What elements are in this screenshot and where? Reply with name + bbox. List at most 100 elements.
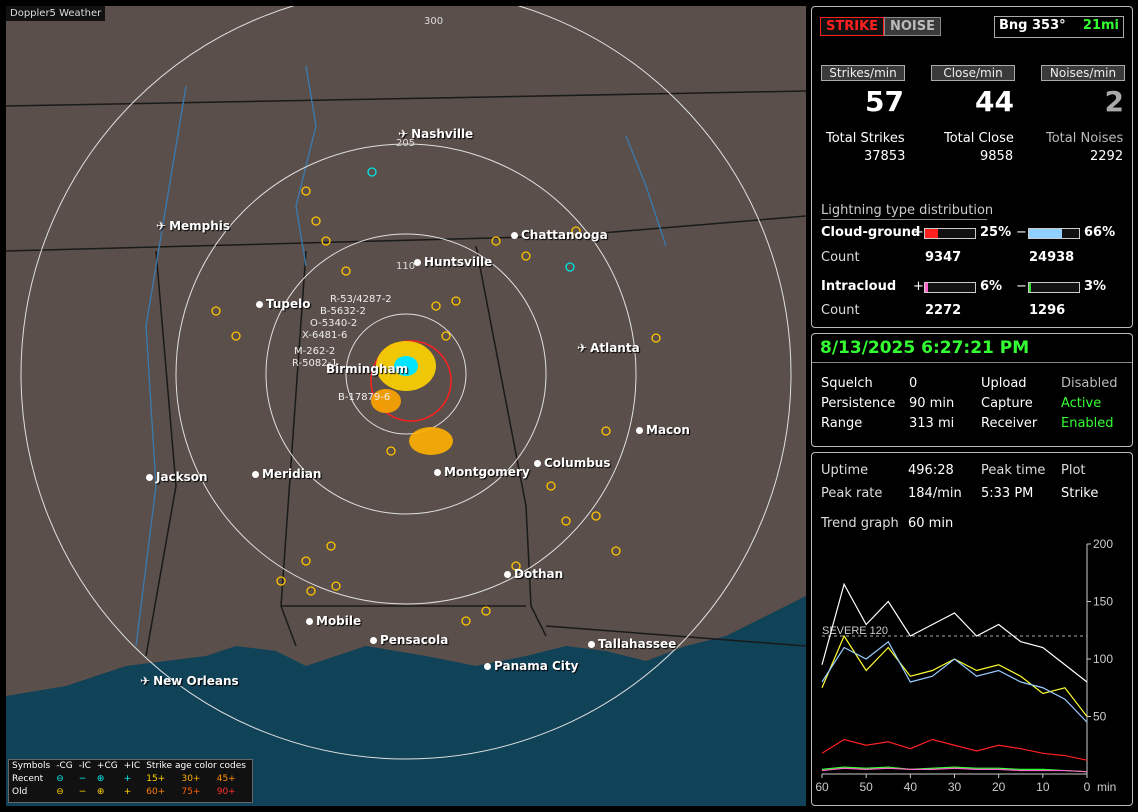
city-dot-icon <box>434 469 441 476</box>
trend-series-line <box>821 767 1088 773</box>
pos-ic-icon: + <box>123 774 132 784</box>
city-memphis: ✈ Memphis <box>156 219 231 233</box>
neg-ic-icon: − <box>78 774 87 784</box>
distribution-title: Lightning type distribution <box>821 203 994 218</box>
city-dot-icon <box>256 301 263 308</box>
capture-label: Capture <box>981 396 1033 411</box>
ring-label-300: 300 <box>424 16 444 27</box>
storm-label[interactable]: B-17879-6 <box>338 392 392 404</box>
squelch-label: Squelch <box>821 376 873 391</box>
storm-label[interactable]: B-5632-2 <box>320 306 392 318</box>
strike-stats-panel: STRIKE NOISE Bng 353° 21mi Strikes/min C… <box>811 6 1133 328</box>
city-dot-icon <box>414 259 421 266</box>
city-dot-icon <box>534 460 541 467</box>
peak-rate-value: 184/min <box>908 486 962 501</box>
distribution-divider <box>821 219 987 220</box>
age-code: 45+ <box>216 774 236 784</box>
legend-header: Strike age color codes <box>146 761 246 771</box>
city-dothan: Dothan <box>504 567 563 581</box>
city-tallahassee: Tallahassee <box>588 637 676 651</box>
datetime-display: 8/13/2025 6:27:21 PM <box>820 338 1030 358</box>
pos-ic-icon: + <box>123 787 132 797</box>
persistence-label: Persistence <box>821 396 896 411</box>
x-tick-label: 50 <box>859 780 873 794</box>
y-tick-label: 150 <box>1093 595 1113 609</box>
noise-mode-button[interactable]: NOISE <box>884 17 942 36</box>
settings-panel: 8/13/2025 6:27:21 PM Squelch 0 Upload Di… <box>811 333 1133 447</box>
cg-positive-pct: 25% <box>980 225 1012 240</box>
strike-mode-button[interactable]: STRIKE <box>820 17 885 36</box>
legend-header: -IC <box>78 761 91 771</box>
minus-sign: − <box>1016 225 1027 240</box>
peak-rate-label: Peak rate <box>821 486 883 501</box>
city-huntsville: Huntsville <box>414 255 492 269</box>
storm-label[interactable]: M-262-2 <box>294 346 392 358</box>
age-code: 90+ <box>216 787 236 797</box>
bearing-display: Bng 353° 21mi <box>994 16 1124 38</box>
lightning-map[interactable]: Doppler5 Weather 300 205 110 ✈ Nashville … <box>6 6 806 806</box>
age-code: 60+ <box>146 787 166 797</box>
persistence-value[interactable]: 90 min <box>909 396 954 411</box>
city-dot-icon <box>370 637 377 644</box>
map-base <box>6 6 806 806</box>
bearing-value: Bng 353° <box>999 18 1066 33</box>
symbol-legend: Symbols -CG -IC +CG +IC Strike age color… <box>8 759 253 803</box>
storm-label[interactable]: R-5082-1 <box>292 358 392 370</box>
city-dot-icon <box>146 474 153 481</box>
cg-positive-bar <box>924 228 976 239</box>
city-panama-city: Panama City <box>484 659 578 673</box>
city-nashville: ✈ Nashville <box>398 127 474 141</box>
y-tick-label: 200 <box>1093 539 1113 551</box>
city-new-orleans: ✈ New Orleans <box>140 674 239 688</box>
plus-sign: + <box>913 279 924 294</box>
pos-cg-icon: ⊕ <box>96 787 105 797</box>
city-dot-icon <box>511 232 518 239</box>
strikes-per-min-label: Strikes/min <box>821 65 905 81</box>
storm-label[interactable]: R-53/4287-2 <box>330 294 392 306</box>
plot-value[interactable]: Strike <box>1061 486 1098 501</box>
y-tick-label: 50 <box>1093 710 1107 724</box>
storm-label[interactable]: X-6481-6 <box>302 330 392 342</box>
pos-cg-icon: ⊕ <box>96 774 105 784</box>
plot-label: Plot <box>1061 463 1086 478</box>
total-close-label: Total Close <box>944 131 1014 146</box>
x-tick-label: 40 <box>904 780 918 794</box>
trend-series-line <box>821 640 1088 723</box>
range-value[interactable]: 313 mi <box>909 416 954 431</box>
trend-chart: 2001501005060 50 40 30 20 10 0 minSEVERE 120 <box>815 539 1116 794</box>
total-close-value: 9858 <box>980 149 1014 164</box>
uptime-value: 496:28 <box>908 463 954 478</box>
uptime-label: Uptime <box>821 463 869 478</box>
ic-negative-count: 1296 <box>1029 303 1066 318</box>
strike-symbols <box>211 186 661 626</box>
city-dot-icon <box>306 618 313 625</box>
receiver-value[interactable]: Enabled <box>1061 416 1114 431</box>
squelch-value[interactable]: 0 <box>909 376 917 391</box>
city-pensacola: Pensacola <box>370 633 448 647</box>
ring-label-110: 110 <box>396 261 416 272</box>
ic-positive-fill <box>925 283 928 292</box>
airport-icon: ✈ <box>156 219 167 233</box>
cg-negative-count: 24938 <box>1029 250 1075 265</box>
range-label: Range <box>821 416 863 431</box>
legend-old-label: Old <box>12 787 28 797</box>
trend-graph-value[interactable]: 60 min <box>908 516 953 531</box>
cg-negative-bar <box>1028 228 1080 239</box>
cg-positive-count: 9347 <box>925 250 962 265</box>
age-code: 15+ <box>146 774 166 784</box>
ic-negative-pct: 3% <box>1084 279 1107 294</box>
capture-value[interactable]: Active <box>1061 396 1101 411</box>
age-code: 30+ <box>181 774 201 784</box>
trend-panel: Uptime 496:28 Peak time Plot Peak rate 1… <box>811 452 1133 806</box>
city-dot-icon <box>636 427 643 434</box>
noises-per-min-value: 2 <box>1104 85 1124 118</box>
ic-positive-count: 2272 <box>925 303 962 318</box>
city-dot-icon <box>504 571 511 578</box>
storm-label[interactable]: O-5340-2 <box>310 318 392 330</box>
upload-value[interactable]: Disabled <box>1061 376 1117 391</box>
neg-ic-icon: − <box>78 787 87 797</box>
close-per-min-label: Close/min <box>931 65 1015 81</box>
legend-header: +CG <box>96 761 118 771</box>
city-chattanooga: Chattanooga <box>511 228 608 242</box>
minus-sign: − <box>1016 279 1027 294</box>
